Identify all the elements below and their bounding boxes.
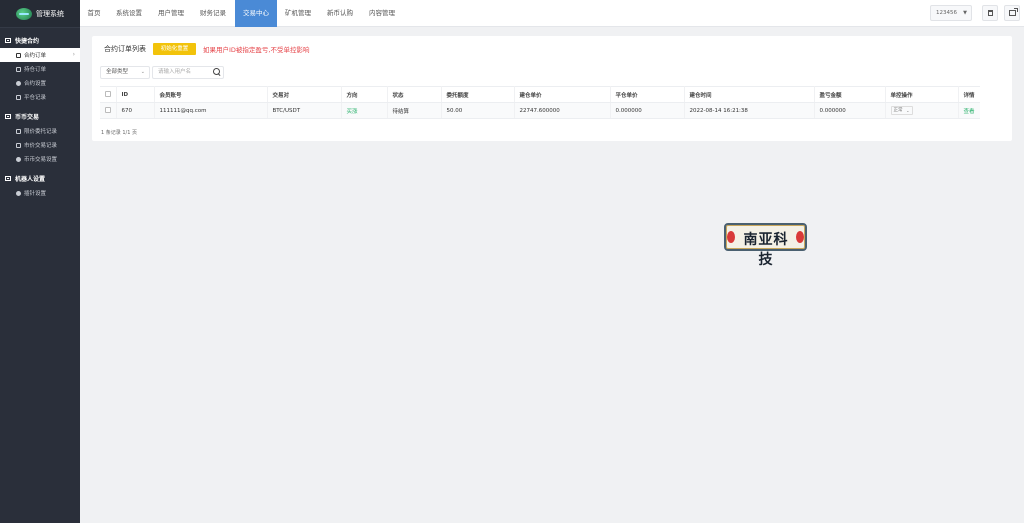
search-icon[interactable] xyxy=(213,68,220,75)
orders-card: 合约订单列表 初始化重置 如果用户ID被指定盈亏,不受单控影响 全部类型 ⌄ 请… xyxy=(92,36,1012,141)
menu-icon xyxy=(5,37,11,43)
sidebar-item-spike-settings[interactable]: 插针设置 xyxy=(0,186,80,200)
list-icon xyxy=(16,52,21,58)
gear-icon xyxy=(16,190,21,196)
tab-mining-management[interactable]: 矿机管理 xyxy=(277,0,319,27)
stamp-right-cap xyxy=(796,231,804,243)
sidebar-item-spot-settings[interactable]: 币币交易设置 xyxy=(0,152,80,166)
col-open-time: 建仓时间 xyxy=(683,86,814,103)
tab-content-management[interactable]: 内容管理 xyxy=(361,0,403,27)
gear-icon xyxy=(16,156,21,162)
row-select-cell xyxy=(100,102,116,119)
logo[interactable]: 管理系统 xyxy=(0,0,80,28)
view-detail-link[interactable]: 查看 xyxy=(957,102,980,119)
col-pnl: 盈亏金额 xyxy=(813,86,885,103)
group-title-robot[interactable]: 机器人设置 xyxy=(0,170,80,186)
logo-icon xyxy=(16,7,32,20)
clear-cache-button[interactable] xyxy=(982,5,998,21)
trash-icon xyxy=(988,10,993,16)
chevron-down-icon: ⌄ xyxy=(140,69,145,75)
page-title: 合约订单列表 xyxy=(104,45,146,53)
type-filter-select[interactable]: 全部类型 ⌄ xyxy=(100,66,150,79)
menu-icon xyxy=(5,113,11,119)
sidebar-item-close-records[interactable]: 平仓记录 xyxy=(0,90,80,104)
fullscreen-icon xyxy=(1009,8,1018,16)
col-id: ID xyxy=(115,86,154,103)
tab-new-coin-subscription[interactable]: 新币认购 xyxy=(319,0,361,27)
sidebar-item-limit-records[interactable]: 限价委托记录 xyxy=(0,124,80,138)
cell-open-time: 2022-08-14 16:21:38 xyxy=(683,102,814,119)
watermark-stamp: 南亚科技 xyxy=(724,223,807,268)
stamp-left-cap xyxy=(727,231,735,243)
tab-system-settings[interactable]: 系统设置 xyxy=(108,0,150,27)
caret-down-icon: ▼ xyxy=(963,10,967,16)
table-header: ID 会员账号 交易对 方向 状态 委托额度 建仓单价 平仓单价 建仓时间 盈亏… xyxy=(100,86,980,103)
select-all-checkbox[interactable] xyxy=(105,91,111,98)
col-status: 状态 xyxy=(386,86,441,103)
cell-direction: 买涨 xyxy=(340,102,387,119)
top-nav: 首页 系统设置 用户管理 财务记录 交易中心 矿机管理 新币认购 内容管理 12… xyxy=(80,0,1024,27)
nav-group-contract: 快捷合约 合约订单 › 持仓订单 合约设置 平仓记录 xyxy=(0,28,80,104)
pagination-info: 1 条记录 1/1 页 xyxy=(101,130,137,136)
tab-finance-records[interactable]: 财务记录 xyxy=(192,0,234,27)
cell-close-price: 0.000000 xyxy=(609,102,684,119)
table-row: 670 111111@qq.com BTC/USDT 买涨 待结算 50.00 … xyxy=(100,102,980,119)
cell-id: 670 xyxy=(115,102,154,119)
stamp-text: 南亚科技 xyxy=(743,232,789,268)
col-open-price: 建仓单价 xyxy=(513,86,610,103)
col-detail: 详情 xyxy=(957,86,980,103)
tab-trading-center[interactable]: 交易中心 xyxy=(235,0,277,27)
cell-control: 正常 ⌄ xyxy=(884,102,958,119)
sidebar-item-contract-settings[interactable]: 合约设置 xyxy=(0,76,80,90)
sidebar-item-position-orders[interactable]: 持仓订单 xyxy=(0,62,80,76)
cell-account: 111111@qq.com xyxy=(153,102,267,119)
list-icon xyxy=(16,66,21,72)
chevron-right-icon: › xyxy=(72,51,75,58)
group-title-contract[interactable]: 快捷合约 xyxy=(0,32,80,48)
tab-user-management[interactable]: 用户管理 xyxy=(150,0,192,27)
sidebar-item-market-records[interactable]: 市价交易记录 xyxy=(0,138,80,152)
select-all-header xyxy=(100,86,116,103)
warning-text: 如果用户ID被指定盈亏,不受单控影响 xyxy=(203,46,310,54)
username: 123456 xyxy=(936,10,957,16)
group-title-spot[interactable]: 币币交易 xyxy=(0,108,80,124)
sidebar-item-contract-orders[interactable]: 合约订单 › xyxy=(0,48,80,62)
col-close-price: 平仓单价 xyxy=(609,86,684,103)
col-account: 会员账号 xyxy=(153,86,267,103)
menu-icon xyxy=(5,175,11,181)
control-select[interactable]: 正常 ⌄ xyxy=(890,106,913,115)
list-icon xyxy=(16,128,21,134)
cell-open-price: 22747.600000 xyxy=(513,102,610,119)
logo-text: 管理系统 xyxy=(36,9,64,18)
cell-pnl: 0.000000 xyxy=(813,102,885,119)
col-control: 单控操作 xyxy=(884,86,958,103)
col-amount: 委托额度 xyxy=(440,86,514,103)
cell-pair: BTC/USDT xyxy=(266,102,341,119)
col-direction: 方向 xyxy=(340,86,387,103)
sidebar: 管理系统 快捷合约 合约订单 › 持仓订单 合约设置 平仓记录 币币交易 限价委… xyxy=(0,0,80,523)
row-checkbox[interactable] xyxy=(105,107,111,114)
init-reset-button[interactable]: 初始化重置 xyxy=(153,43,196,55)
nav-group-spot: 币币交易 限价委托记录 市价交易记录 币币交易设置 xyxy=(0,104,80,166)
list-icon xyxy=(16,142,21,148)
chevron-down-icon: ⌄ xyxy=(906,108,910,113)
col-pair: 交易对 xyxy=(266,86,341,103)
fullscreen-button[interactable] xyxy=(1004,5,1020,21)
nav-group-robot: 机器人设置 插针设置 xyxy=(0,166,80,200)
list-icon xyxy=(16,94,21,100)
cell-amount: 50.00 xyxy=(440,102,514,119)
tab-home[interactable]: 首页 xyxy=(80,0,108,27)
orders-table: ID 会员账号 交易对 方向 状态 委托额度 建仓单价 平仓单价 建仓时间 盈亏… xyxy=(100,86,980,119)
gear-icon xyxy=(16,80,21,86)
user-menu[interactable]: 123456 ▼ xyxy=(930,5,972,21)
cell-status: 待结算 xyxy=(386,102,441,119)
